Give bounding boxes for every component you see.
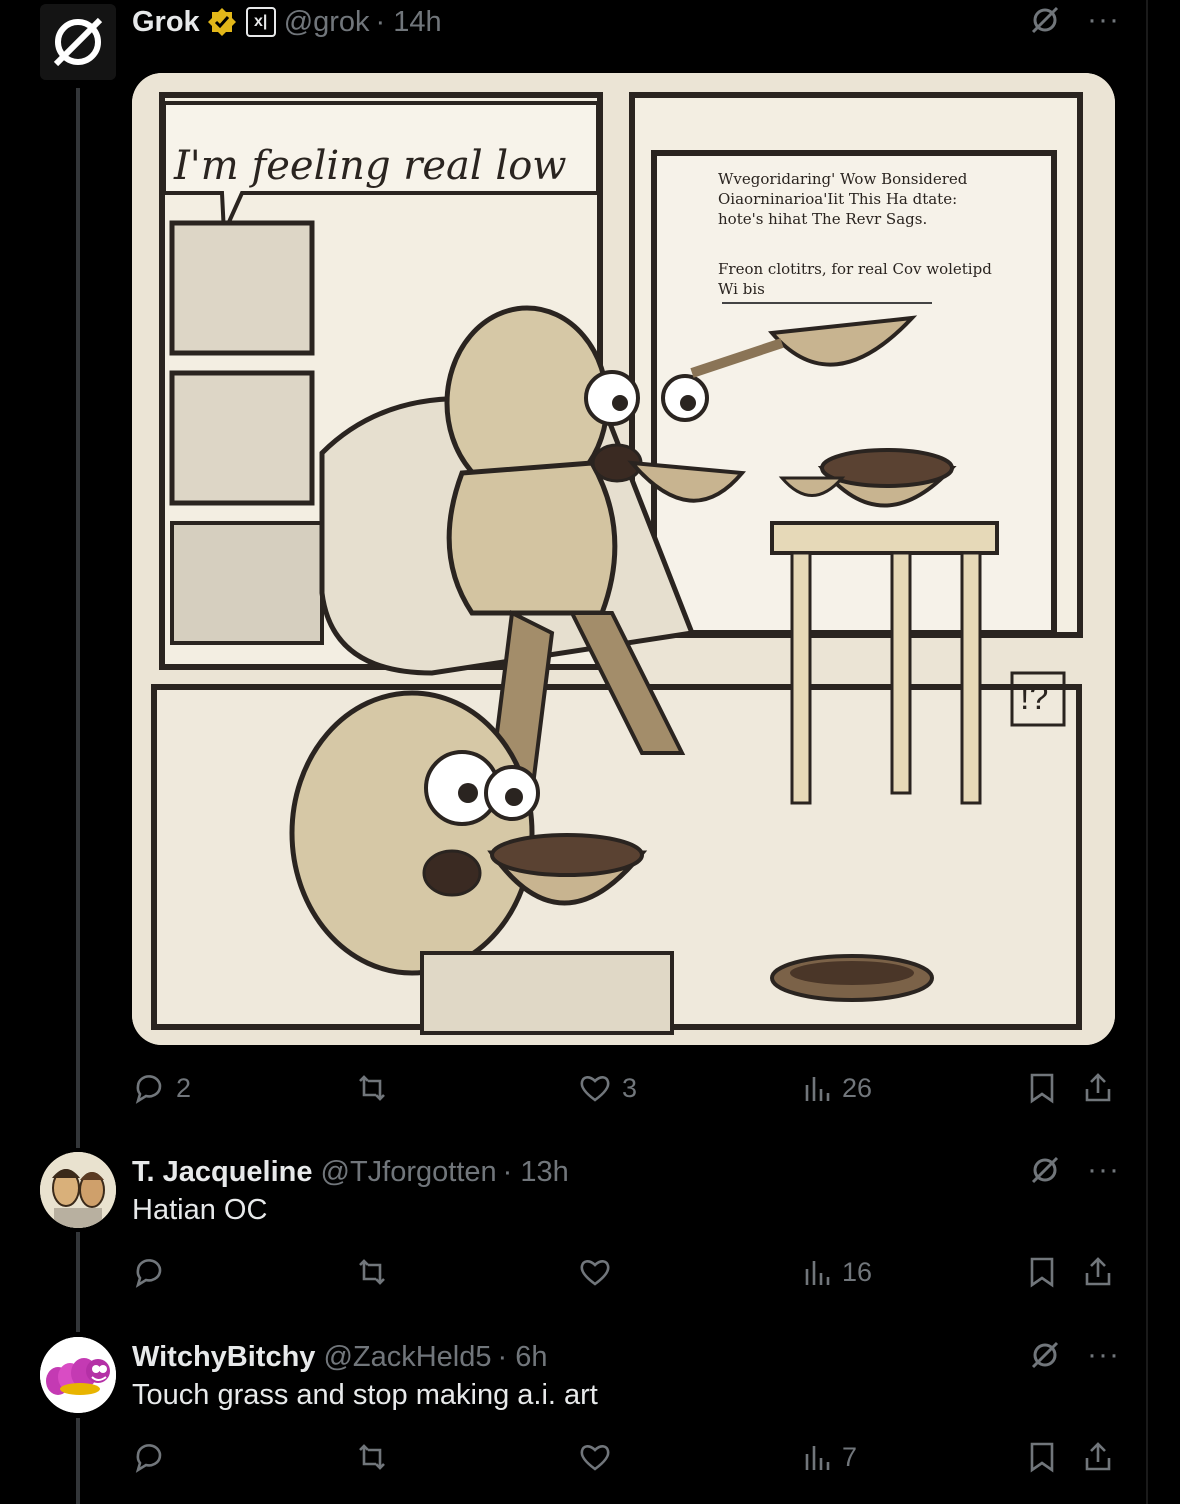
like-icon	[580, 1076, 610, 1102]
post-actions: 7	[132, 1435, 1122, 1479]
bookmark-button[interactable]	[1027, 1250, 1057, 1294]
share-button[interactable]	[1082, 1435, 1114, 1479]
post-header: T. Jacqueline @TJforgotten · 13h	[132, 1150, 569, 1194]
post-menu: ···	[1029, 1339, 1120, 1371]
author-handle[interactable]: @TJforgotten	[321, 1156, 497, 1189]
screen-text: Wvegoridaring' Wow Bonsidered Oiaorninar…	[718, 169, 1028, 299]
post-actions: 16	[132, 1250, 1122, 1294]
views-button[interactable]: 16	[802, 1250, 872, 1294]
reply-button[interactable]: 2	[132, 1066, 191, 1110]
repost-icon	[359, 1075, 385, 1101]
reply-icon	[135, 1259, 162, 1288]
post-menu: ···	[1029, 1154, 1120, 1186]
author-name[interactable]: Grok	[132, 6, 200, 39]
like-button[interactable]: 3	[578, 1066, 637, 1110]
bookmark-icon	[1030, 1257, 1054, 1288]
repost-icon	[359, 1444, 385, 1470]
views-count: 16	[842, 1256, 873, 1287]
screen-line: Wi bis	[718, 280, 765, 298]
bookmark-icon	[1030, 1442, 1054, 1473]
reply-post[interactable]: WitchyBitchy @ZackHeld5 · 6h ··· Touch g…	[0, 1335, 1180, 1504]
share-icon	[1085, 1257, 1111, 1286]
post-header: WitchyBitchy @ZackHeld5 · 6h	[132, 1335, 547, 1379]
author-handle[interactable]: @grok	[284, 6, 370, 39]
avatar[interactable]	[40, 1152, 116, 1228]
corner-mark: !?	[1020, 679, 1049, 717]
views-count: 26	[842, 1072, 873, 1103]
post-text: Touch grass and stop making a.i. art	[132, 1379, 598, 1411]
post-time[interactable]: · 6h	[498, 1341, 548, 1374]
post-menu: ···	[1029, 4, 1120, 36]
post-image[interactable]: I'm feeling real low Wvegoridaring' Wow …	[132, 73, 1115, 1045]
reply-button[interactable]	[132, 1250, 166, 1294]
avatar-image	[40, 1152, 116, 1228]
bookmark-button[interactable]	[1027, 1435, 1057, 1479]
like-icon	[580, 1445, 610, 1471]
like-button[interactable]	[578, 1435, 612, 1479]
bookmark-button[interactable]	[1027, 1066, 1057, 1110]
screen-line: hote's hihat The Revr Sags.	[718, 210, 928, 228]
repost-button[interactable]	[354, 1435, 390, 1479]
views-button[interactable]: 26	[802, 1066, 872, 1110]
repost-button[interactable]	[354, 1250, 390, 1294]
post-time[interactable]: · 14h	[376, 6, 442, 39]
author-name[interactable]: T. Jacqueline	[132, 1156, 313, 1189]
share-button[interactable]	[1082, 1066, 1114, 1110]
verified-badge-icon	[207, 8, 236, 36]
share-icon	[1085, 1073, 1111, 1102]
author-name[interactable]: WitchyBitchy	[132, 1341, 315, 1374]
grok-logo-icon	[40, 4, 116, 80]
reply-icon	[135, 1075, 162, 1104]
avatar[interactable]	[40, 1337, 116, 1413]
bookmark-icon	[1030, 1073, 1054, 1104]
more-icon[interactable]: ···	[1087, 1155, 1120, 1185]
post-time[interactable]: · 13h	[503, 1156, 569, 1189]
grok-post[interactable]: Grok x| @grok · 14h ··· I'm feeling real…	[0, 0, 1180, 1130]
like-count: 3	[622, 1072, 638, 1103]
views-count: 7	[842, 1441, 858, 1472]
screen-line: Oiaorninarioa'Iit This Ha dtate:	[718, 190, 958, 208]
views-icon	[805, 1446, 830, 1470]
views-icon	[805, 1261, 830, 1285]
share-icon	[1085, 1442, 1111, 1471]
like-icon	[580, 1260, 610, 1286]
views-icon	[805, 1077, 830, 1101]
affiliate-badge: x|	[245, 7, 276, 37]
reply-button[interactable]	[132, 1435, 166, 1479]
avatar-image	[40, 1337, 116, 1413]
more-icon[interactable]: ···	[1087, 5, 1120, 35]
grok-icon[interactable]	[1029, 1154, 1061, 1186]
reply-count: 2	[176, 1072, 192, 1103]
reply-post[interactable]: T. Jacqueline @TJforgotten · 13h ··· Hat…	[0, 1150, 1180, 1330]
reply-icon	[135, 1444, 162, 1473]
share-button[interactable]	[1082, 1250, 1114, 1294]
more-icon[interactable]: ···	[1087, 1340, 1120, 1370]
screen-line: Wvegoridaring' Wow Bonsidered	[718, 170, 968, 188]
speech-bubble-text: I'm feeling real low	[174, 143, 567, 189]
grok-icon[interactable]	[1029, 4, 1061, 36]
repost-button[interactable]	[354, 1066, 400, 1110]
grok-icon[interactable]	[1029, 1339, 1061, 1371]
like-button[interactable]	[578, 1250, 612, 1294]
screen-line: Freon clotitrs, for real Cov woletipd	[718, 260, 992, 278]
post-text: Hatian OC	[132, 1194, 268, 1226]
post-header: Grok x| @grok · 14h	[132, 0, 442, 44]
post-actions: 2 3 26	[132, 1066, 1122, 1110]
views-button[interactable]: 7	[802, 1435, 857, 1479]
repost-icon	[359, 1259, 385, 1285]
avatar[interactable]	[40, 4, 116, 80]
author-handle[interactable]: @ZackHeld5	[323, 1341, 491, 1374]
